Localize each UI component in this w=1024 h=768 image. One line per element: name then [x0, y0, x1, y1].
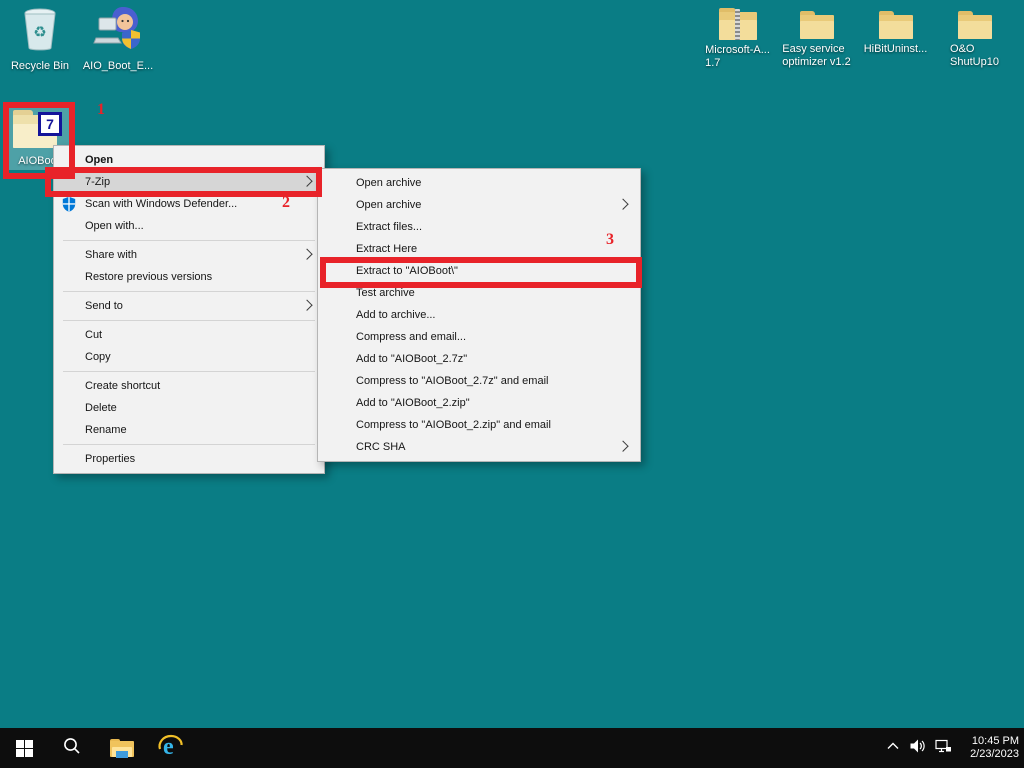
desktop-icon-aio-boot-exe[interactable]: AIO_Boot_E...	[78, 6, 158, 73]
desktop-icon-recycle-bin[interactable]: ♻ Recycle Bin	[2, 6, 78, 73]
submenu-item-open-archive-2[interactable]: Open archive	[318, 194, 640, 216]
menu-item-label: Cut	[85, 324, 102, 346]
menu-item-label: Open with...	[85, 215, 144, 237]
menu-item-label: Add to "AIOBoot_2.zip"	[356, 392, 470, 414]
menu-item-label: Compress to "AIOBoot_2.zip" and email	[356, 414, 551, 436]
internet-explorer-icon: e	[157, 733, 184, 764]
clock-time: 10:45 PM	[970, 735, 1019, 748]
folder-icon	[879, 11, 913, 39]
context-menu-item-rename[interactable]: Rename	[54, 419, 324, 441]
submenu-item-compress-to-aioboot-2-zip-and-email[interactable]: Compress to "AIOBoot_2.zip" and email	[318, 414, 640, 436]
volume-icon[interactable]	[909, 738, 926, 759]
menu-separator	[63, 320, 315, 321]
menu-item-label: Rename	[85, 419, 127, 441]
svg-text:♻: ♻	[33, 24, 46, 41]
context-menu-item-properties[interactable]: Properties	[54, 448, 324, 470]
chevron-right-icon	[301, 300, 312, 311]
taskbar-clock[interactable]: 10:45 PM 2/23/2023	[970, 728, 1019, 768]
context-menu-item-delete[interactable]: Delete	[54, 397, 324, 419]
submenu-item-open-archive[interactable]: Open archive	[318, 172, 640, 194]
file-explorer-icon	[110, 739, 134, 758]
desktop-icon-label: Recycle Bin	[11, 60, 69, 73]
menu-item-label: Copy	[85, 346, 111, 368]
chevron-right-icon	[301, 249, 312, 260]
annotation-box-step3	[320, 257, 642, 288]
menu-item-label: Extract files...	[356, 216, 422, 238]
menu-item-label: Create shortcut	[85, 375, 160, 397]
chevron-up-icon[interactable]	[886, 739, 900, 757]
start-button[interactable]	[2, 728, 46, 768]
desktop-icons-top-right: Microsoft-A...1.7 Easy serviceoptimizer …	[698, 8, 1014, 70]
submenu-item-crc-sha[interactable]: CRC SHA	[318, 436, 640, 458]
context-menu-item-cut[interactable]: Cut	[54, 324, 324, 346]
context-menu-item-send-to[interactable]: Send to	[54, 295, 324, 317]
taskbar: e 10:45 PM 2/23/2023	[0, 728, 1024, 768]
submenu-item-add-to-archive[interactable]: Add to archive...	[318, 304, 640, 326]
menu-separator	[63, 291, 315, 292]
menu-item-label: CRC SHA	[356, 436, 406, 458]
annotation-box-step2	[45, 167, 322, 197]
clock-date: 2/23/2023	[970, 748, 1019, 761]
desktop-icon-easy-service-optimizer[interactable]: Easy serviceoptimizer v1.2	[777, 8, 856, 70]
menu-item-label: Delete	[85, 397, 117, 419]
desktop-icon-hibit-uninstaller[interactable]: HiBitUninst...	[856, 8, 935, 70]
chevron-right-icon	[617, 441, 628, 452]
annotation-number-3: 3	[606, 231, 614, 249]
context-menu-item-open-with[interactable]: Open with...	[54, 215, 324, 237]
context-menu-item-restore-previous-versions[interactable]: Restore previous versions	[54, 266, 324, 288]
file-explorer-button[interactable]	[100, 728, 144, 768]
windows-logo-icon	[16, 740, 33, 757]
system-tray	[886, 728, 952, 768]
submenu-item-add-to-aioboot-2-zip[interactable]: Add to "AIOBoot_2.zip"	[318, 392, 640, 414]
folder-icon	[800, 11, 834, 39]
menu-item-label: Open archive	[356, 194, 421, 216]
submenu-item-extract-files[interactable]: Extract files...	[318, 216, 640, 238]
menu-item-label: Restore previous versions	[85, 266, 212, 288]
menu-separator	[63, 240, 315, 241]
windows-defender-shield-icon	[61, 196, 77, 212]
submenu-item-compress-and-email[interactable]: Compress and email...	[318, 326, 640, 348]
desktop-icon-oo-shutup10[interactable]: O&OShutUp10	[935, 8, 1014, 70]
network-icon[interactable]	[935, 738, 952, 759]
aio-boot-app-icon	[93, 6, 143, 57]
desktop-icon-label: AIO_Boot_E...	[83, 60, 153, 73]
folder-icon	[958, 11, 992, 39]
desktop-icon-microsoft-activation[interactable]: Microsoft-A...1.7	[698, 8, 777, 70]
context-menu-item-copy[interactable]: Copy	[54, 346, 324, 368]
submenu-item-compress-to-aioboot-2-7z-and-email[interactable]: Compress to "AIOBoot_2.7z" and email	[318, 370, 640, 392]
search-button[interactable]	[50, 728, 94, 768]
zip-folder-icon	[719, 8, 757, 40]
annotation-number-2: 2	[282, 194, 290, 212]
menu-item-label: Compress to "AIOBoot_2.7z" and email	[356, 370, 548, 392]
context-menu-item-create-shortcut[interactable]: Create shortcut	[54, 375, 324, 397]
internet-explorer-button[interactable]: e	[148, 728, 192, 768]
submenu-item-add-to-aioboot-2-7z[interactable]: Add to "AIOBoot_2.7z"	[318, 348, 640, 370]
search-icon	[62, 736, 82, 761]
menu-item-label: Add to "AIOBoot_2.7z"	[356, 348, 467, 370]
menu-separator	[63, 371, 315, 372]
menu-separator	[63, 444, 315, 445]
menu-item-label: Add to archive...	[356, 304, 436, 326]
menu-item-label: Send to	[85, 295, 123, 317]
recycle-bin-icon: ♻	[20, 6, 60, 57]
chevron-right-icon	[617, 199, 628, 210]
desktop-background: ♻ Recycle Bin AIO_Boot_E...	[0, 0, 1024, 768]
menu-item-label: Compress and email...	[356, 326, 466, 348]
annotation-number-1: 1	[97, 101, 105, 119]
menu-item-label: Open archive	[356, 172, 421, 194]
menu-item-label: Properties	[85, 448, 135, 470]
context-menu-item-share-with[interactable]: Share with	[54, 244, 324, 266]
menu-item-label: Share with	[85, 244, 137, 266]
7zip-submenu: Open archiveOpen archiveExtract files...…	[317, 168, 641, 462]
